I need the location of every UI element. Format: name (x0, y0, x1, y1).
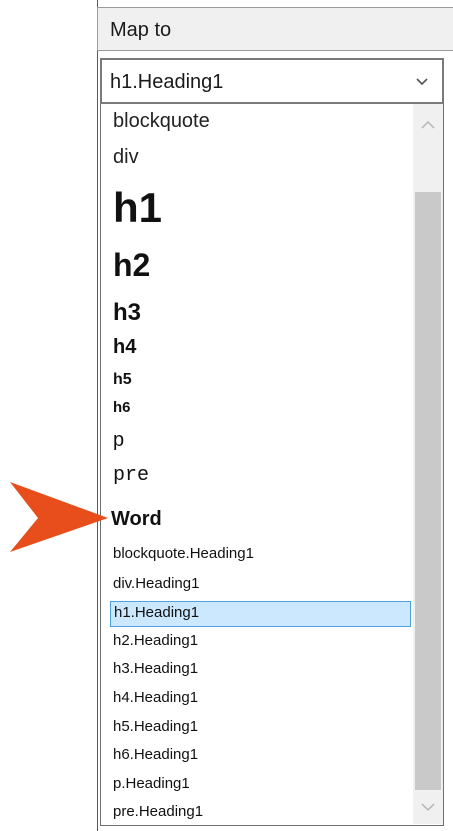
list-item-div[interactable]: div (113, 146, 139, 169)
list-item-pre-heading1[interactable]: pre.Heading1 (113, 803, 203, 820)
vertical-scrollbar[interactable] (413, 104, 443, 824)
list-item-div-heading1[interactable]: div.Heading1 (113, 575, 199, 592)
scroll-up-button[interactable] (413, 104, 443, 144)
list-item-p-heading1[interactable]: p.Heading1 (113, 775, 190, 792)
map-to-header: Map to (97, 7, 453, 51)
list-item-h2-heading1[interactable]: h2.Heading1 (113, 632, 198, 649)
list-item-h1[interactable]: h1 (113, 184, 162, 232)
pointer-arrow-icon (10, 482, 108, 552)
scroll-up-arrow-icon (421, 120, 435, 129)
list-item-pre[interactable]: pre (113, 464, 149, 487)
list-item-h3-heading1[interactable]: h3.Heading1 (113, 660, 198, 677)
list-item-h6-heading1[interactable]: h6.Heading1 (113, 746, 198, 763)
list-item-h6[interactable]: h6 (113, 399, 131, 416)
map-to-label: Map to (110, 19, 172, 41)
list-item-blockquote[interactable]: blockquote (113, 110, 210, 133)
list-item-h1-heading1-selected[interactable]: h1.Heading1 (110, 601, 411, 627)
list-item-h3[interactable]: h3 (113, 299, 141, 327)
list-item-h2[interactable]: h2 (113, 247, 150, 284)
list-item-h4-heading1[interactable]: h4.Heading1 (113, 689, 198, 706)
list-item-h5[interactable]: h5 (113, 371, 132, 389)
scrollbar-thumb[interactable] (415, 192, 441, 790)
list-item-blockquote-heading1[interactable]: blockquote.Heading1 (113, 545, 254, 562)
list-item-p[interactable]: p (113, 429, 124, 452)
dropdown-list[interactable]: blockquote div h1 h2 h3 h4 h5 h6 p pre W… (100, 104, 444, 826)
scroll-down-button[interactable] (413, 790, 443, 824)
scroll-down-arrow-icon (421, 802, 435, 811)
list-item-h4[interactable]: h4 (113, 336, 136, 359)
group-heading-word: Word (111, 508, 162, 530)
combobox-value: h1.Heading1 (110, 71, 224, 93)
list-item-h5-heading1[interactable]: h5.Heading1 (113, 718, 198, 735)
chevron-down-icon[interactable] (416, 77, 428, 87)
map-to-combobox[interactable]: h1.Heading1 (100, 58, 444, 104)
